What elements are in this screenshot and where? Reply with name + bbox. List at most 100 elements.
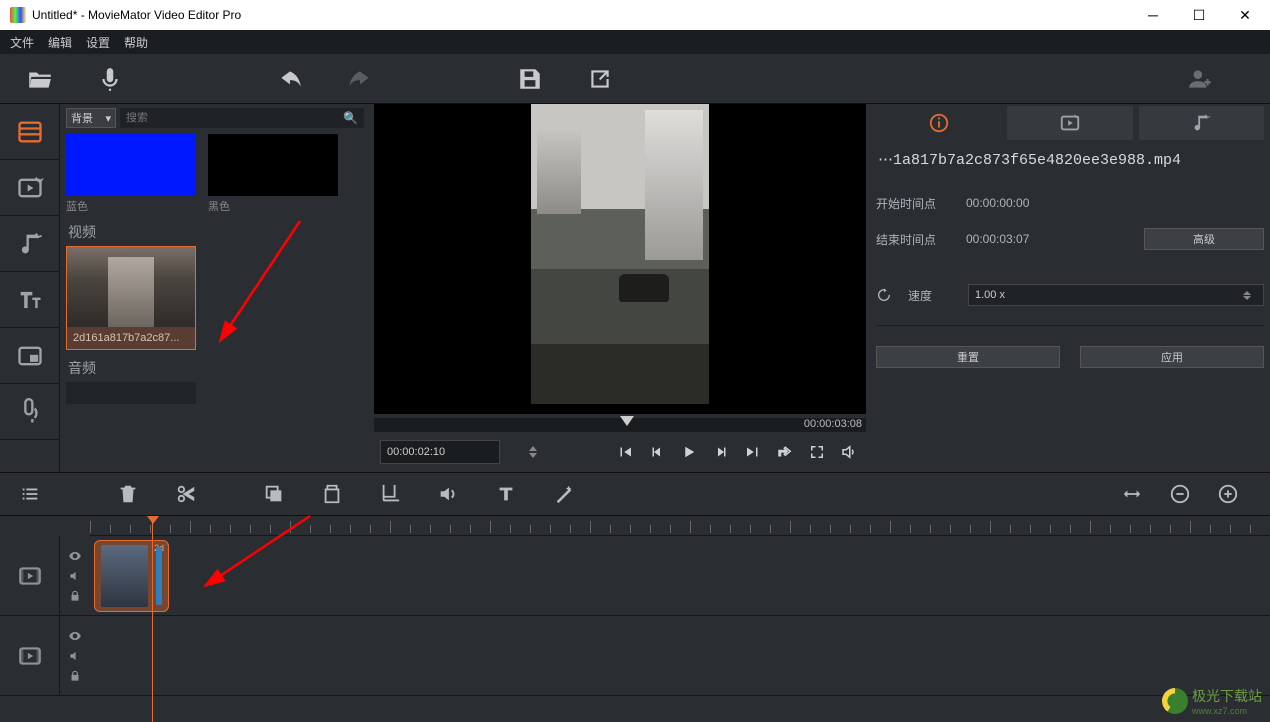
timeline-panel: 2d 极光下载站 www.xz7.com	[0, 516, 1270, 722]
user-add-icon	[1187, 66, 1213, 92]
zoom-in-button[interactable]	[1210, 476, 1246, 512]
track-mute-toggle-2[interactable]	[68, 649, 82, 663]
reset-button[interactable]: 重置	[876, 346, 1060, 368]
media-panel: 背景 ▾ 🔍 蓝色 黑色 视频 2d161a817b7a2c87... 音频	[60, 104, 370, 472]
list-icon	[19, 483, 41, 505]
track-icon-video-2[interactable]	[0, 616, 60, 695]
inspector-tab-video[interactable]	[1007, 106, 1132, 140]
timeline-menu-button[interactable]	[12, 476, 48, 512]
speed-input[interactable]: 1.00 x	[968, 284, 1264, 306]
timeline-playhead[interactable]	[152, 516, 153, 722]
frame-fwd-button[interactable]	[710, 441, 732, 463]
zoom-out-button[interactable]	[1162, 476, 1198, 512]
skip-start-button[interactable]	[614, 441, 636, 463]
bg-black-item[interactable]: 黑色	[208, 134, 338, 214]
paste-button[interactable]	[314, 476, 350, 512]
video-clip-item[interactable]: 2d161a817b7a2c87...	[66, 246, 196, 350]
tab-media[interactable]	[0, 104, 59, 160]
menu-file[interactable]: 文件	[10, 34, 34, 51]
tab-pip[interactable]	[0, 328, 59, 384]
zoom-fit-button[interactable]	[1114, 476, 1150, 512]
video-track-body-2[interactable]	[90, 616, 1270, 695]
track-visibility-toggle[interactable]	[68, 549, 82, 563]
window-minimize-button[interactable]: ─	[1130, 0, 1176, 30]
timecode-stepper[interactable]	[529, 441, 537, 463]
bg-blue-item[interactable]: 蓝色	[66, 134, 196, 214]
track-lock-toggle-2[interactable]	[68, 669, 82, 683]
track-icon-video[interactable]	[0, 536, 60, 615]
tab-text[interactable]	[0, 272, 59, 328]
window-maximize-button[interactable]: ☐	[1176, 0, 1222, 30]
copy-button[interactable]	[256, 476, 292, 512]
preview-frame	[531, 104, 709, 404]
audio-button[interactable]	[430, 476, 466, 512]
preview-seekbar[interactable]: 00:00:03:08	[374, 418, 866, 432]
track-mute-toggle[interactable]	[68, 569, 82, 583]
menu-settings[interactable]: 设置	[86, 34, 110, 51]
preview-video[interactable]	[374, 104, 866, 414]
timecode-field[interactable]	[387, 446, 529, 458]
timeline-toolbar	[0, 472, 1270, 516]
fullscreen-button[interactable]	[806, 441, 828, 463]
save-button[interactable]	[510, 59, 550, 99]
clip-right-handle[interactable]	[156, 547, 162, 605]
account-button[interactable]	[1180, 59, 1220, 99]
track-toggles	[60, 536, 90, 615]
media-category-dropdown[interactable]: 背景 ▾	[66, 108, 116, 128]
tab-voiceover[interactable]	[0, 384, 59, 440]
dropdown-label: 背景	[71, 110, 93, 126]
speaker-small-icon	[68, 649, 82, 663]
start-time-label: 开始时间点	[876, 195, 956, 212]
crop-button[interactable]	[372, 476, 408, 512]
record-voiceover-button[interactable]	[90, 59, 130, 99]
scissors-icon	[175, 483, 197, 505]
history-icon	[876, 287, 892, 303]
delete-button[interactable]	[110, 476, 146, 512]
menu-edit[interactable]: 编辑	[48, 34, 72, 51]
preview-panel: 00:00:03:08	[370, 104, 870, 472]
chevron-down-icon: ▾	[105, 112, 111, 125]
end-time-label: 结束时间点	[876, 231, 956, 248]
media-search-input[interactable]: 🔍	[120, 108, 364, 128]
divider	[876, 325, 1264, 326]
window-title: Untitled* - MovieMator Video Editor Pro	[32, 8, 1130, 22]
tab-video-effects[interactable]	[0, 160, 59, 216]
volume-button[interactable]	[838, 441, 860, 463]
window-close-button[interactable]: ✕	[1222, 0, 1268, 30]
end-time-value: 00:00:03:07	[966, 232, 1076, 246]
apply-button[interactable]: 应用	[1080, 346, 1264, 368]
export-button[interactable]	[580, 59, 620, 99]
frame-back-button[interactable]	[646, 441, 668, 463]
inspector-tab-audio[interactable]	[1139, 106, 1264, 140]
timecode-input[interactable]	[380, 440, 500, 464]
redo-button[interactable]	[340, 59, 380, 99]
folder-open-icon	[27, 66, 53, 92]
preview-duration: 00:00:03:08	[804, 418, 862, 430]
inspector-tab-info[interactable]	[876, 106, 1001, 140]
playhead-icon[interactable]	[620, 416, 634, 426]
tab-audio-effects[interactable]	[0, 216, 59, 272]
timeline-ruler[interactable]	[90, 516, 1270, 536]
track-visibility-toggle-2[interactable]	[68, 629, 82, 643]
advanced-button[interactable]: 高级	[1144, 228, 1264, 250]
video-track-body-1[interactable]: 2d	[90, 536, 1270, 615]
text-button[interactable]	[488, 476, 524, 512]
audio-placeholder	[66, 382, 196, 404]
track-lock-toggle[interactable]	[68, 589, 82, 603]
track-toggles-2	[60, 616, 90, 695]
video-track-1: 2d	[0, 536, 1270, 616]
microphone-icon	[97, 66, 123, 92]
search-field[interactable]	[126, 112, 343, 124]
bg-blue-label: 蓝色	[66, 198, 196, 214]
magic-button[interactable]	[546, 476, 582, 512]
open-file-button[interactable]	[20, 59, 60, 99]
save-icon	[517, 66, 543, 92]
loop-button[interactable]	[774, 441, 796, 463]
cut-button[interactable]	[168, 476, 204, 512]
menu-help[interactable]: 帮助	[124, 34, 148, 51]
timeline-clip[interactable]: 2d	[94, 540, 169, 612]
play-button[interactable]	[678, 441, 700, 463]
speed-stepper[interactable]	[1243, 291, 1257, 300]
skip-end-button[interactable]	[742, 441, 764, 463]
undo-button[interactable]	[270, 59, 310, 99]
